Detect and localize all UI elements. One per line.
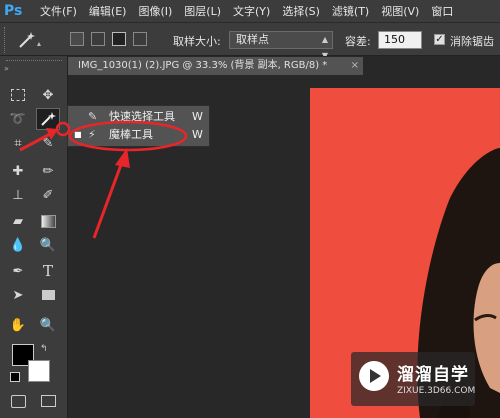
watermark: 溜溜自学 ZIXUE.3D66.COM (351, 352, 475, 406)
play-logo-icon (359, 361, 389, 391)
annotation-ellipse (68, 120, 188, 152)
annotation-circle (55, 121, 71, 137)
watermark-subtitle: ZIXUE.3D66.COM (397, 386, 476, 396)
annotation-arrow-shaft (19, 131, 53, 152)
watermark-title: 溜溜自学 (397, 365, 469, 385)
annotation-arrow-shaft (92, 161, 124, 239)
